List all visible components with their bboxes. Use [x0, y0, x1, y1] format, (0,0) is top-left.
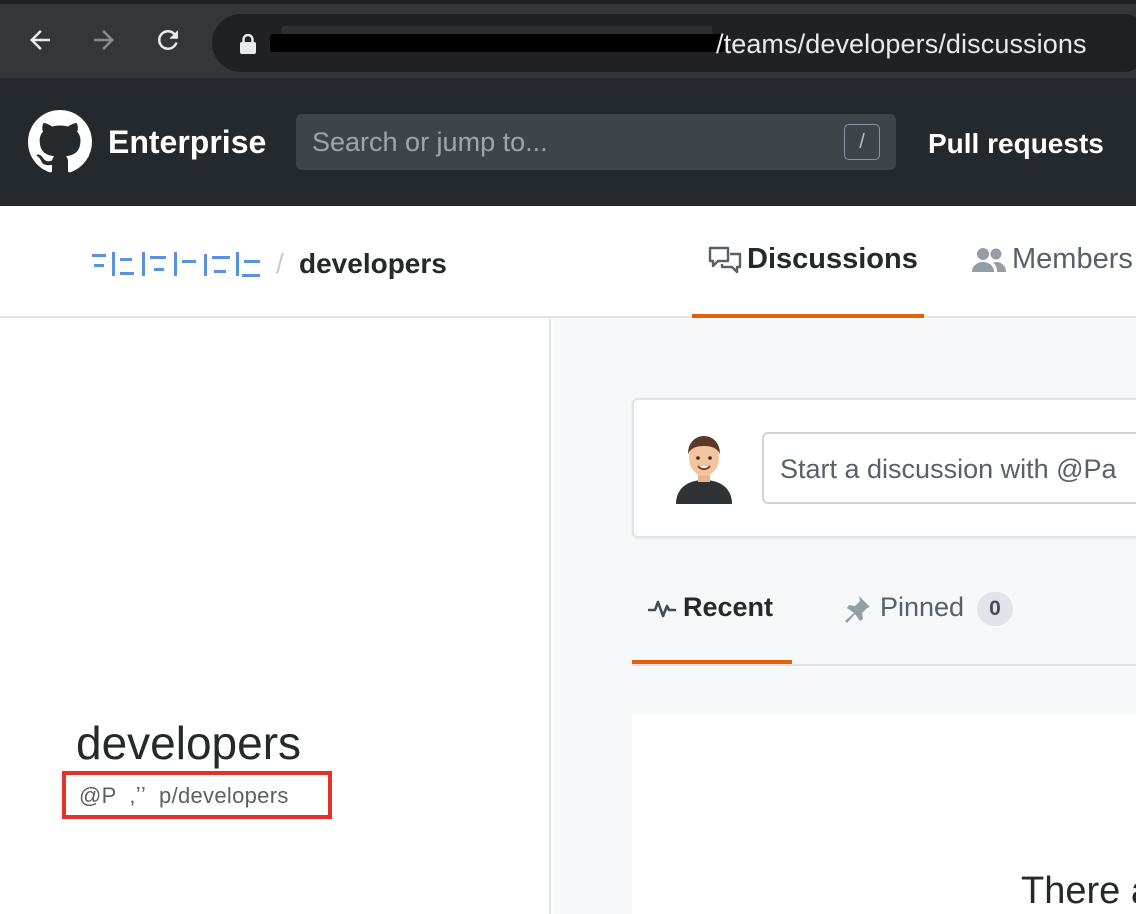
pinned-count-badge: 0	[977, 592, 1013, 626]
team-header: / developers Discussions Members	[0, 206, 1136, 318]
arrow-left-icon	[30, 30, 50, 50]
discussions-panel: Start a discussion with @Pa Recent Pinne…	[553, 318, 1136, 914]
redacted-url-host	[282, 26, 712, 34]
team-name: developers	[76, 717, 302, 769]
nav-pull-requests[interactable]: Pull requests	[928, 128, 1104, 160]
discussion-composer: Start a discussion with @Pa	[632, 398, 1136, 538]
team-handle: @P ,ʼʼ p/developers	[79, 783, 289, 808]
arrow-right-icon	[94, 30, 114, 50]
back-button[interactable]	[22, 22, 58, 58]
tab-members[interactable]: Members	[970, 206, 1136, 318]
reload-button[interactable]	[150, 22, 186, 58]
forward-button[interactable]	[86, 22, 122, 58]
team-sidebar: developers @P ,ʼʼ p/developers	[0, 318, 551, 914]
breadcrumb-separator: /	[276, 248, 284, 279]
url-text: /teams/developers/discussions	[716, 29, 1087, 59]
search-shortcut-key: /	[844, 124, 880, 160]
discussion-tabs: Recent Pinned 0	[632, 576, 1136, 666]
empty-state-text: There a	[1021, 870, 1136, 912]
avatar	[676, 436, 732, 504]
discussion-input[interactable]: Start a discussion with @Pa	[762, 432, 1136, 504]
tab-pinned-label: Pinned	[880, 592, 965, 622]
brand-name[interactable]: Enterprise	[108, 124, 266, 161]
browser-toolbar: /teams/developers/discussions	[0, 0, 1136, 78]
lock-icon	[240, 33, 256, 54]
team-handle-highlight: @P ,ʼʼ p/developers	[62, 771, 332, 819]
tab-recent-label: Recent	[683, 592, 774, 622]
redacted-url-host	[270, 34, 725, 52]
tab-pinned[interactable]: Pinned 0	[842, 576, 1042, 664]
search-input[interactable]: Search or jump to... /	[296, 114, 896, 170]
discussion-input-placeholder: Start a discussion with @Pa	[780, 454, 1117, 484]
address-bar[interactable]: /teams/developers/discussions	[212, 14, 1136, 72]
breadcrumb-team[interactable]: developers	[299, 248, 447, 280]
pin-icon	[845, 596, 870, 623]
empty-state-panel: There a	[632, 714, 1136, 914]
pulse-icon	[648, 600, 676, 618]
people-icon	[972, 248, 1006, 272]
search-placeholder: Search or jump to...	[312, 127, 548, 157]
tab-recent[interactable]: Recent	[632, 576, 792, 664]
tab-discussions[interactable]: Discussions	[692, 206, 924, 318]
tab-members-label: Members	[1012, 243, 1133, 275]
github-logo-icon[interactable]	[28, 110, 92, 174]
site-header: Enterprise Search or jump to... / Pull r…	[0, 78, 1136, 206]
tab-discussions-label: Discussions	[747, 243, 918, 275]
reload-icon	[157, 29, 178, 50]
org-breadcrumb-redacted[interactable]	[92, 250, 260, 280]
comment-discussion-icon	[708, 246, 742, 274]
